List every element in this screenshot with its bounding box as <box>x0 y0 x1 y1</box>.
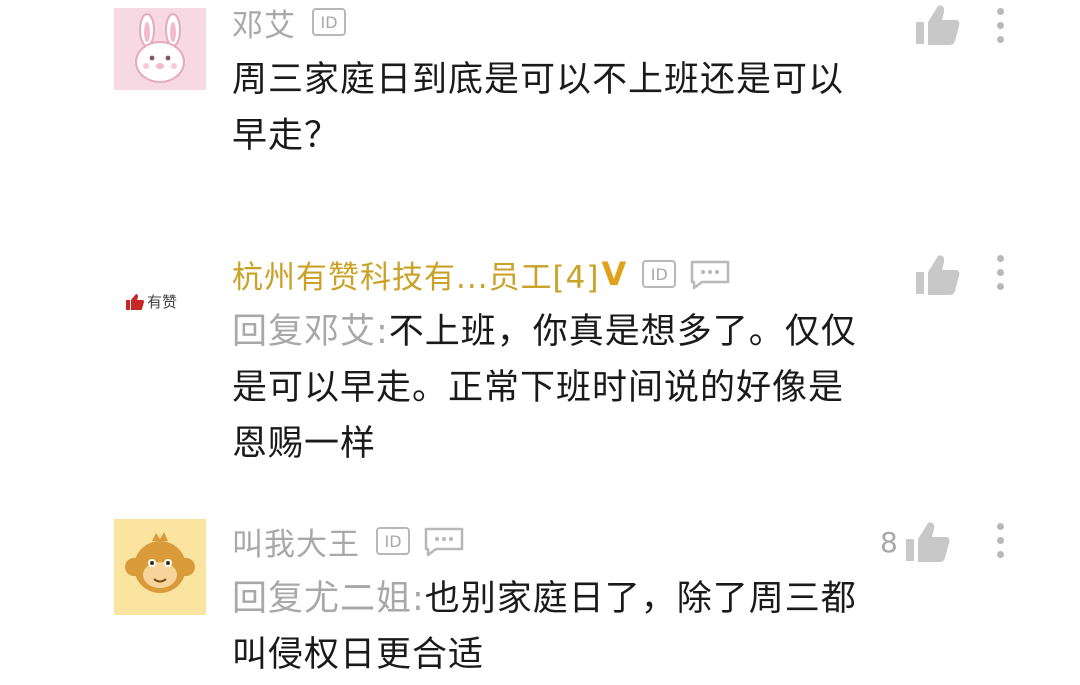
reply-prefix: 回复邓艾: <box>232 312 389 352</box>
bunny-avatar-icon <box>135 13 185 83</box>
id-badge: ID <box>642 260 677 288</box>
like-button[interactable] <box>914 4 960 46</box>
comment-item: 邓艾 ID 周三家庭日到底是可以不上班还是可以 早走？ <box>0 0 1080 200</box>
chat-bubble-icon <box>688 258 732 290</box>
brand-logo: 有赞 <box>126 291 177 312</box>
avatar[interactable] <box>114 519 206 615</box>
username[interactable]: 杭州有赞科技有...员工[4] <box>232 252 599 297</box>
id-badge: ID <box>376 527 410 555</box>
comment-text: 周三家庭日到底是可以不上班还是可以 早走？ <box>232 60 845 156</box>
thumbs-up-icon <box>916 5 960 45</box>
more-options-button[interactable] <box>990 8 1010 43</box>
like-count: 8 <box>880 525 898 559</box>
verified-badge: V <box>601 255 627 293</box>
thumbs-up-icon <box>905 522 950 562</box>
chat-bubble-icon <box>422 525 466 557</box>
more-options-button[interactable] <box>990 255 1010 290</box>
username[interactable]: 叫我大王 <box>232 519 360 564</box>
monkey-avatar-icon <box>125 532 195 593</box>
username[interactable]: 邓艾 <box>232 0 296 45</box>
thumbs-up-icon <box>916 255 960 295</box>
thumbs-up-logo-icon <box>126 293 144 310</box>
reply-prefix: 回复尤二姐: <box>232 579 425 619</box>
id-badge: ID <box>312 8 346 36</box>
more-options-button[interactable] <box>990 523 1010 558</box>
avatar[interactable] <box>114 8 206 90</box>
comment-item: 叫我大王 ID 回复尤二姐:也别家庭日了，除了周三都 叫侵权日更合适 8 <box>0 515 1080 685</box>
like-button[interactable] <box>914 254 960 296</box>
comment-text: 回复尤二姐:也别家庭日了，除了周三都 叫侵权日更合适 <box>232 579 857 675</box>
like-button[interactable]: 8 <box>880 521 950 563</box>
comment-text: 回复邓艾:不上班，你真是想多了。仅仅 是可以早走。正常下班时间说的好像是 恩赐一… <box>232 312 857 464</box>
